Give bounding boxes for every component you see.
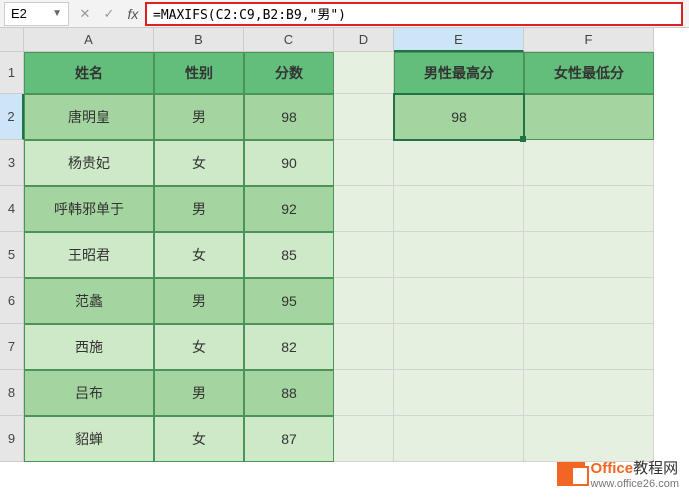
formula-input-highlight: =MAXIFS(C2:C9,B2:B9,"男") bbox=[145, 2, 683, 26]
cell-A6[interactable]: 范蠡 bbox=[24, 278, 154, 324]
cell-E7[interactable] bbox=[394, 324, 524, 370]
cell-A8[interactable]: 吕布 bbox=[24, 370, 154, 416]
cell-F8[interactable] bbox=[524, 370, 654, 416]
name-box-value: E2 bbox=[11, 6, 52, 21]
cell-B6[interactable]: 男 bbox=[154, 278, 244, 324]
col-header-F[interactable]: F bbox=[524, 28, 654, 52]
cell-D3[interactable] bbox=[334, 140, 394, 186]
cell-A3[interactable]: 杨贵妃 bbox=[24, 140, 154, 186]
cell-C7[interactable]: 82 bbox=[244, 324, 334, 370]
formula-input[interactable]: =MAXIFS(C2:C9,B2:B9,"男") bbox=[153, 4, 346, 23]
row-header-1[interactable]: 1 bbox=[0, 52, 24, 94]
cell-D2[interactable] bbox=[334, 94, 394, 140]
row-header-5[interactable]: 5 bbox=[0, 232, 24, 278]
cell-F1[interactable]: 女性最低分 bbox=[524, 52, 654, 94]
cell-A5[interactable]: 王昭君 bbox=[24, 232, 154, 278]
row-header-7[interactable]: 7 bbox=[0, 324, 24, 370]
cell-C3[interactable]: 90 bbox=[244, 140, 334, 186]
row-header-8[interactable]: 8 bbox=[0, 370, 24, 416]
cell-D6[interactable] bbox=[334, 278, 394, 324]
cell-B5[interactable]: 女 bbox=[154, 232, 244, 278]
row-header-3[interactable]: 3 bbox=[0, 140, 24, 186]
cell-E4[interactable] bbox=[394, 186, 524, 232]
select-all-corner[interactable] bbox=[0, 28, 24, 52]
cell-D1[interactable] bbox=[334, 52, 394, 94]
column-headers: ABCDEF bbox=[24, 28, 654, 52]
formula-bar: E2 ▼ ✕ ✓ fx =MAXIFS(C2:C9,B2:B9,"男") bbox=[0, 0, 689, 28]
cell-F3[interactable] bbox=[524, 140, 654, 186]
cell-B9[interactable]: 女 bbox=[154, 416, 244, 462]
cell-grid: 姓名性别分数男性最高分女性最低分唐明皇男9898杨贵妃女90呼韩邪单于男92王昭… bbox=[24, 52, 654, 462]
cell-C6[interactable]: 95 bbox=[244, 278, 334, 324]
row-header-9[interactable]: 9 bbox=[0, 416, 24, 462]
cell-C1[interactable]: 分数 bbox=[244, 52, 334, 94]
cell-D8[interactable] bbox=[334, 370, 394, 416]
cell-E3[interactable] bbox=[394, 140, 524, 186]
col-header-D[interactable]: D bbox=[334, 28, 394, 52]
cell-C5[interactable]: 85 bbox=[244, 232, 334, 278]
cell-A1[interactable]: 姓名 bbox=[24, 52, 154, 94]
cell-D9[interactable] bbox=[334, 416, 394, 462]
cell-A2[interactable]: 唐明皇 bbox=[24, 94, 154, 140]
cell-C4[interactable]: 92 bbox=[244, 186, 334, 232]
cancel-icon[interactable]: ✕ bbox=[73, 2, 97, 26]
cell-F9[interactable] bbox=[524, 416, 654, 462]
watermark-logo-icon bbox=[557, 462, 585, 486]
cell-C8[interactable]: 88 bbox=[244, 370, 334, 416]
cell-E5[interactable] bbox=[394, 232, 524, 278]
cell-A4[interactable]: 呼韩邪单于 bbox=[24, 186, 154, 232]
cell-D5[interactable] bbox=[334, 232, 394, 278]
row-headers: 123456789 bbox=[0, 52, 24, 462]
cell-B8[interactable]: 男 bbox=[154, 370, 244, 416]
cell-C9[interactable]: 87 bbox=[244, 416, 334, 462]
cell-B7[interactable]: 女 bbox=[154, 324, 244, 370]
cell-B2[interactable]: 男 bbox=[154, 94, 244, 140]
cell-A9[interactable]: 貂蝉 bbox=[24, 416, 154, 462]
col-header-A[interactable]: A bbox=[24, 28, 154, 52]
cell-F4[interactable] bbox=[524, 186, 654, 232]
cell-F7[interactable] bbox=[524, 324, 654, 370]
cell-F2[interactable] bbox=[524, 94, 654, 140]
fx-icon[interactable]: fx bbox=[121, 2, 145, 26]
row-header-2[interactable]: 2 bbox=[0, 94, 24, 140]
cell-E2[interactable]: 98 bbox=[394, 94, 524, 140]
cell-B1[interactable]: 性别 bbox=[154, 52, 244, 94]
cell-E8[interactable] bbox=[394, 370, 524, 416]
cell-D4[interactable] bbox=[334, 186, 394, 232]
col-header-C[interactable]: C bbox=[244, 28, 334, 52]
row-header-4[interactable]: 4 bbox=[0, 186, 24, 232]
cell-F6[interactable] bbox=[524, 278, 654, 324]
cell-E6[interactable] bbox=[394, 278, 524, 324]
cell-E1[interactable]: 男性最高分 bbox=[394, 52, 524, 94]
cell-D7[interactable] bbox=[334, 324, 394, 370]
cell-F5[interactable] bbox=[524, 232, 654, 278]
watermark: Office教程网 www.office26.com bbox=[557, 457, 679, 490]
watermark-text: Office教程网 www.office26.com bbox=[591, 457, 679, 490]
confirm-icon[interactable]: ✓ bbox=[97, 2, 121, 26]
col-header-E[interactable]: E bbox=[394, 28, 524, 52]
cell-B3[interactable]: 女 bbox=[154, 140, 244, 186]
name-box-dropdown-icon[interactable]: ▼ bbox=[52, 8, 62, 19]
name-box[interactable]: E2 ▼ bbox=[4, 2, 69, 26]
cell-C2[interactable]: 98 bbox=[244, 94, 334, 140]
cell-B4[interactable]: 男 bbox=[154, 186, 244, 232]
cell-E9[interactable] bbox=[394, 416, 524, 462]
fill-handle[interactable] bbox=[520, 136, 526, 142]
cell-A7[interactable]: 西施 bbox=[24, 324, 154, 370]
col-header-B[interactable]: B bbox=[154, 28, 244, 52]
row-header-6[interactable]: 6 bbox=[0, 278, 24, 324]
